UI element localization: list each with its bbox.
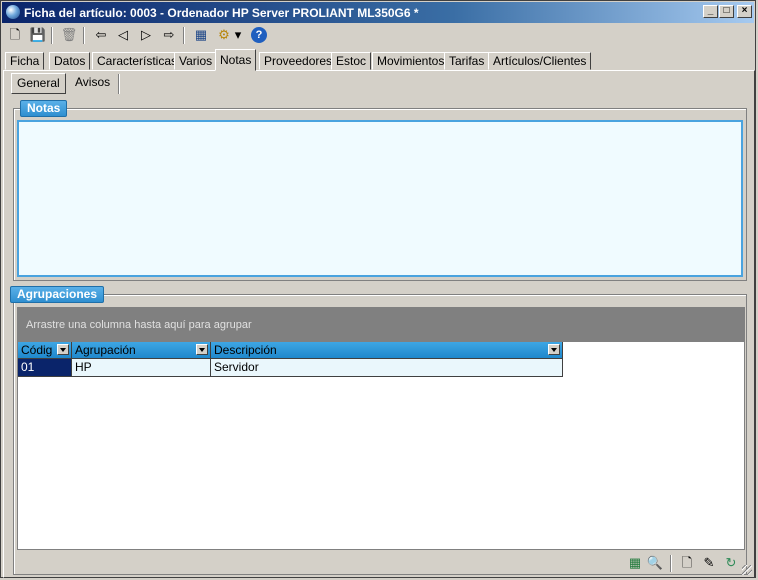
delete-icon[interactable]: 🗑 (60, 26, 78, 44)
refresh-icon[interactable]: ↻ (722, 554, 740, 572)
calculator-icon[interactable]: ▦ (192, 26, 210, 44)
tab-tarifas[interactable]: Tarifas (444, 52, 490, 70)
chevron-down-icon[interactable]: ▾ (233, 26, 243, 44)
tab-proveedores[interactable]: Proveedores (259, 52, 338, 70)
agrupaciones-group: Arrastre una columna hasta aquí para agr… (13, 294, 747, 575)
toolbar: 🗋 💾 🗑 ⇦ ◁ ▷ ⇨ ▦ ⚙ ▾ ? (3, 24, 753, 48)
tab-movimientos[interactable]: Movimientos (372, 52, 450, 70)
notas-panel: General Avisos Notas Arrastre una column… (3, 70, 755, 578)
column-header-codigo[interactable]: Códig (18, 342, 72, 359)
article-window: Ficha del artículo: 0003 - Ordenador HP … (0, 0, 756, 578)
tab-datos[interactable]: Datos (49, 52, 91, 70)
tools-icon[interactable]: ⚙ (215, 26, 233, 44)
tab-notas[interactable]: Notas (215, 49, 257, 71)
group-by-panel[interactable]: Arrastre una columna hasta aquí para agr… (18, 308, 744, 342)
toolbar-separator (83, 27, 85, 44)
subtab-general[interactable]: General (11, 73, 66, 94)
subtab-avisos[interactable]: Avisos (70, 73, 115, 94)
tab-ficha[interactable]: Ficha (5, 52, 45, 70)
first-record-icon[interactable]: ⇦ (92, 26, 110, 44)
chevron-down-icon[interactable] (196, 344, 208, 355)
notes-textarea[interactable] (17, 120, 743, 277)
column-header-label: Códig (21, 343, 53, 357)
column-header-agrupacion[interactable]: Agrupación (72, 342, 211, 359)
new-record-icon[interactable]: 🗋 (678, 554, 696, 572)
tab-estoc[interactable]: Estoc (331, 52, 372, 70)
help-icon[interactable]: ? (251, 27, 267, 43)
save-icon[interactable]: 💾 (29, 26, 47, 44)
globe-icon (6, 5, 20, 19)
close-button[interactable]: × (737, 5, 752, 18)
maximize-button[interactable]: □ (719, 5, 734, 18)
notas-group-label: Notas (20, 100, 68, 117)
edit-icon[interactable]: ✎ (700, 554, 718, 572)
previous-record-icon[interactable]: ◁ (114, 26, 132, 44)
export-excel-icon[interactable]: ▦ (626, 554, 644, 572)
last-record-icon[interactable]: ⇨ (160, 26, 178, 44)
next-record-icon[interactable]: ▷ (137, 26, 155, 44)
tab-articulos-clientes[interactable]: Artículos/Clientes (488, 52, 592, 70)
notas-group (13, 108, 747, 281)
print-preview-icon[interactable]: 🔍 (646, 554, 664, 572)
chevron-down-icon[interactable] (57, 344, 69, 355)
tab-varios[interactable]: Varios (174, 52, 218, 70)
cell-codigo[interactable]: 01 (18, 359, 72, 377)
cell-agrupacion[interactable]: HP (72, 359, 211, 377)
agrupaciones-group-label: Agrupaciones (10, 286, 105, 303)
grid-actions: ▦ 🔍 🗋 ✎ ↻ (626, 554, 746, 572)
subtab-separator (118, 74, 120, 94)
chevron-down-icon[interactable] (548, 344, 560, 355)
minimize-button[interactable]: _ (703, 5, 718, 18)
title-bar[interactable]: Ficha del artículo: 0003 - Ordenador HP … (2, 2, 754, 23)
tab-caracteristicas[interactable]: Características (92, 52, 183, 70)
tab-strip: Ficha Datos Características Varios Notas… (3, 49, 753, 71)
resize-grip[interactable] (742, 565, 752, 575)
toolbar-separator (51, 27, 53, 44)
agrupaciones-grid: Arrastre una columna hasta aquí para agr… (17, 307, 745, 550)
window-title: Ficha del artículo: 0003 - Ordenador HP … (24, 6, 419, 20)
toolbar-separator (670, 555, 672, 572)
column-header-descripcion[interactable]: Descripción (211, 342, 563, 359)
new-document-icon[interactable]: 🗋 (6, 26, 24, 44)
column-header-label: Descripción (214, 343, 277, 357)
cell-descripcion[interactable]: Servidor (211, 359, 563, 377)
column-header-label: Agrupación (75, 343, 136, 357)
toolbar-separator (183, 27, 185, 44)
